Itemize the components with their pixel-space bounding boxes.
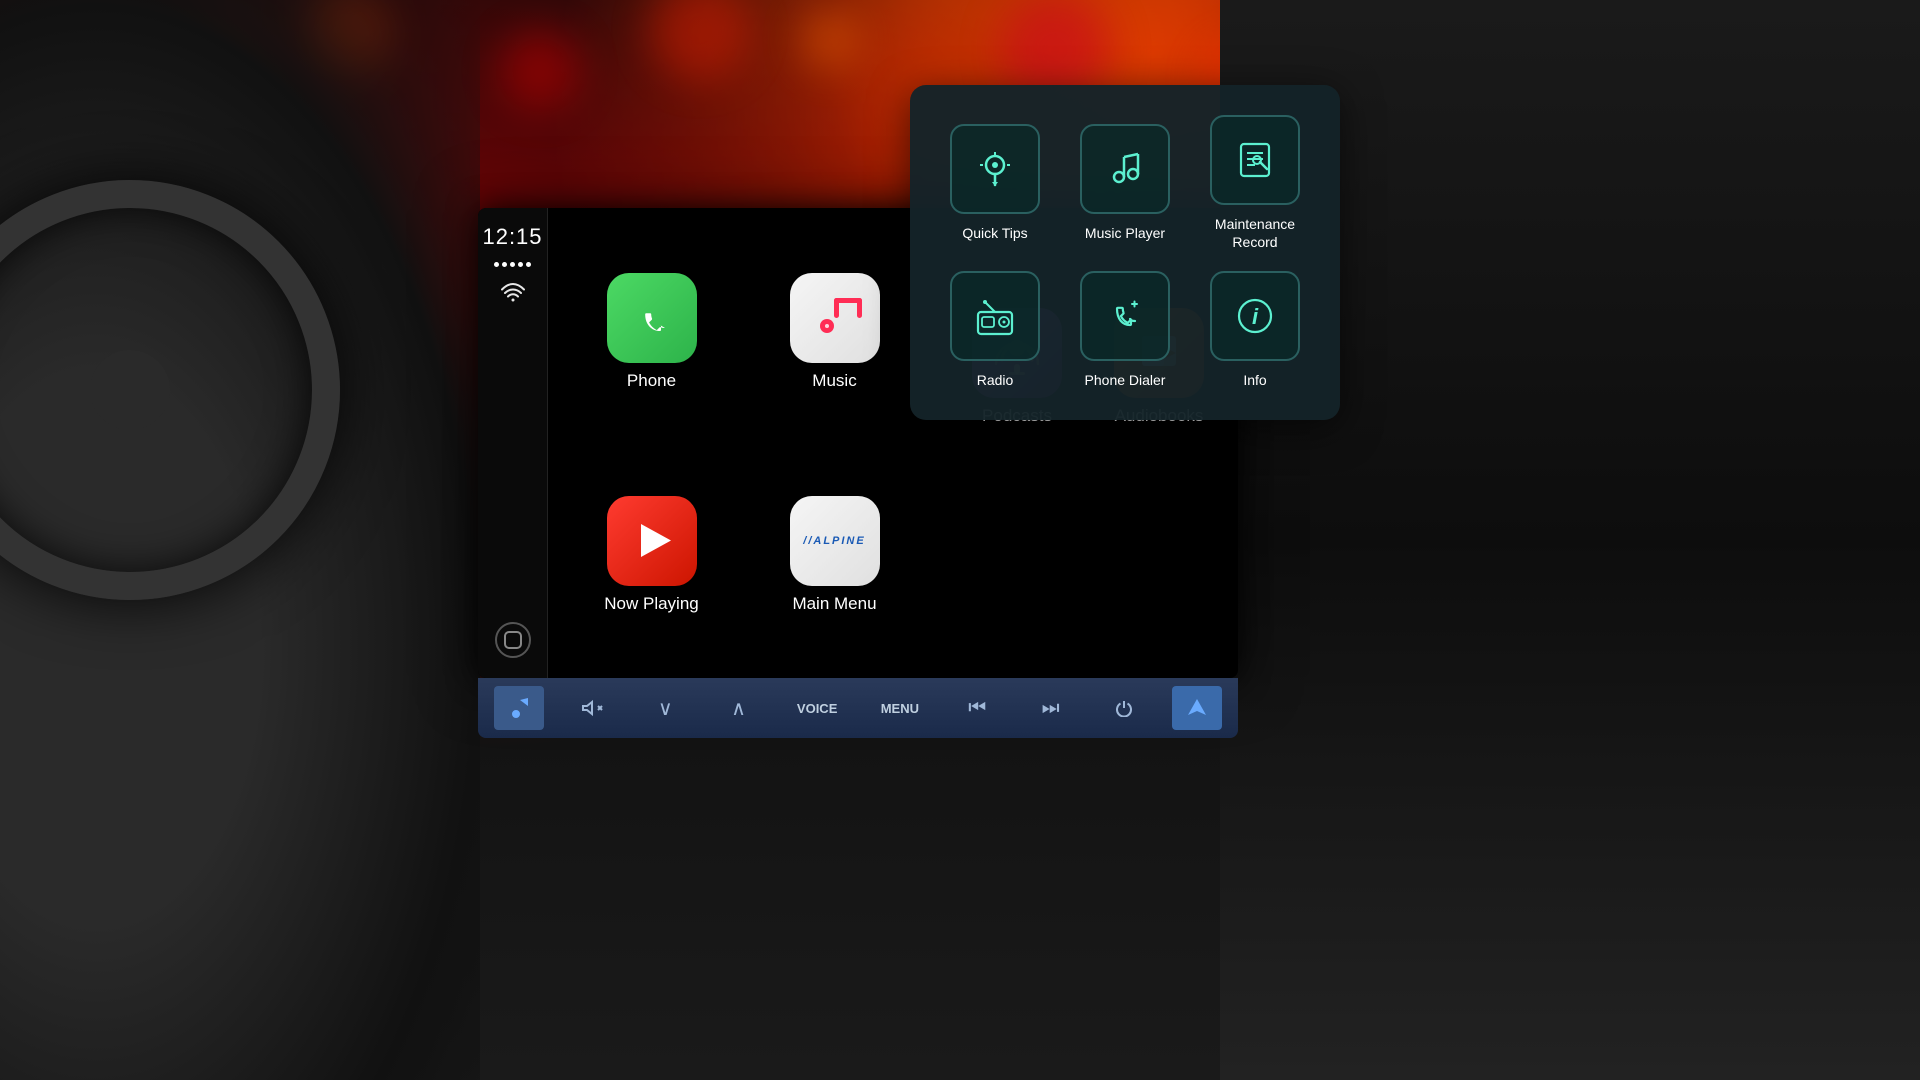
steering-wheel-area [0, 0, 480, 1080]
app-music[interactable]: Music [751, 228, 918, 435]
wifi-icon [501, 283, 525, 308]
main-menu-app-label: Main Menu [792, 594, 876, 614]
now-playing-app-label: Now Playing [604, 594, 699, 614]
phone-dialer-icon-box [1080, 271, 1170, 361]
phone-dialer-label: Phone Dialer [1085, 371, 1166, 389]
svg-text:i: i [1252, 304, 1259, 329]
steering-wheel [0, 180, 340, 600]
music-app-icon [790, 273, 880, 363]
popup-menu: Quick Tips Music Player M [910, 85, 1340, 420]
now-playing-app-icon [607, 496, 697, 586]
app-grid: Phone Music [548, 208, 938, 678]
scroll-up-button[interactable]: ∧ [714, 686, 764, 730]
signal-dot [518, 262, 523, 267]
app-main-menu[interactable]: //ALPINE Main Menu [751, 451, 918, 658]
signal-dot [502, 262, 507, 267]
music-player-label: Music Player [1085, 224, 1165, 242]
signal-dot [494, 262, 499, 267]
signal-dot [510, 262, 515, 267]
popup-item-maintenance-record[interactable]: Maintenance Record [1200, 115, 1310, 251]
voice-button-label: VOICE [797, 701, 837, 716]
popup-item-radio[interactable]: Radio [940, 271, 1050, 389]
scroll-down-button[interactable]: ∨ [640, 686, 690, 730]
home-button[interactable] [495, 622, 531, 658]
music-app-label: Music [812, 371, 856, 391]
radio-icon-box [950, 271, 1040, 361]
control-bar: ∨ ∧ VOICE MENU ⏮ ⏭ [478, 678, 1238, 738]
phone-app-label: Phone [627, 371, 676, 391]
menu-button-label: MENU [881, 701, 919, 716]
screen-sidebar: 12:15 [478, 208, 548, 678]
maintenance-record-icon-box [1210, 115, 1300, 205]
info-icon-box: i [1210, 271, 1300, 361]
signal-dot [526, 262, 531, 267]
popup-item-phone-dialer[interactable]: Phone Dialer [1070, 271, 1180, 389]
quick-tips-icon-box [950, 124, 1040, 214]
quick-tips-label: Quick Tips [962, 224, 1027, 242]
maintenance-record-label: Maintenance Record [1215, 215, 1295, 251]
signal-dots [494, 262, 531, 267]
voice-button[interactable]: VOICE [787, 686, 847, 730]
main-menu-app-icon: //ALPINE [790, 496, 880, 586]
bokeh-light [800, 10, 860, 70]
music-control-button[interactable] [494, 686, 544, 730]
bokeh-light [500, 30, 580, 110]
navigation-button[interactable] [1172, 686, 1222, 730]
power-button[interactable] [1099, 686, 1149, 730]
app-now-playing[interactable]: Now Playing [568, 451, 735, 658]
music-player-icon-box [1080, 124, 1170, 214]
phone-app-icon [607, 273, 697, 363]
popup-item-music-player[interactable]: Music Player [1070, 115, 1180, 251]
popup-item-info[interactable]: i Info [1200, 271, 1310, 389]
next-track-button[interactable]: ⏭ [1026, 686, 1076, 730]
mute-button[interactable] [567, 686, 617, 730]
menu-button[interactable]: MENU [871, 686, 929, 730]
clock-display: 12:15 [482, 224, 542, 250]
popup-item-quick-tips[interactable]: Quick Tips [940, 115, 1050, 251]
info-label: Info [1243, 371, 1266, 389]
prev-track-button[interactable]: ⏮ [952, 686, 1002, 730]
app-phone[interactable]: Phone [568, 228, 735, 435]
radio-label: Radio [977, 371, 1014, 389]
